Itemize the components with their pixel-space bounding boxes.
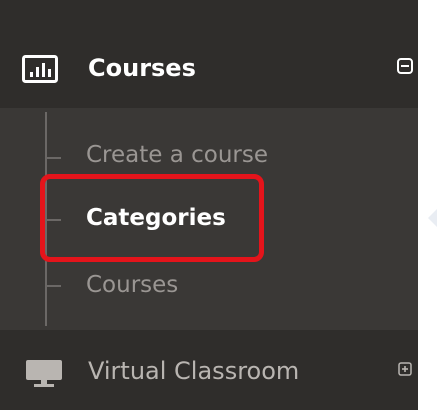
content-area-edge — [418, 0, 437, 410]
expand-plus-icon[interactable] — [398, 362, 412, 376]
bar-chart-icon — [22, 55, 58, 83]
section-label-virtual-classroom[interactable]: Virtual Classroom — [88, 353, 299, 389]
active-item-caret-icon — [428, 209, 437, 227]
section-label-courses[interactable]: Courses — [88, 50, 196, 86]
screenshot-canvas: Courses Create a course Categories Cours… — [0, 0, 437, 410]
monitor-icon — [26, 360, 62, 387]
tree-connector-tick — [45, 157, 61, 159]
submenu-item-courses[interactable]: Courses — [86, 268, 178, 302]
collapse-minus-icon[interactable] — [397, 58, 413, 74]
tree-connector-tick — [45, 285, 61, 287]
sidebar: Courses Create a course Categories Cours… — [0, 0, 418, 410]
sidebar-top-band — [0, 0, 418, 28]
sidebar-section-courses[interactable] — [0, 28, 418, 108]
submenu-item-create-a-course[interactable]: Create a course — [86, 138, 268, 172]
annotation-highlight-box — [40, 174, 264, 262]
